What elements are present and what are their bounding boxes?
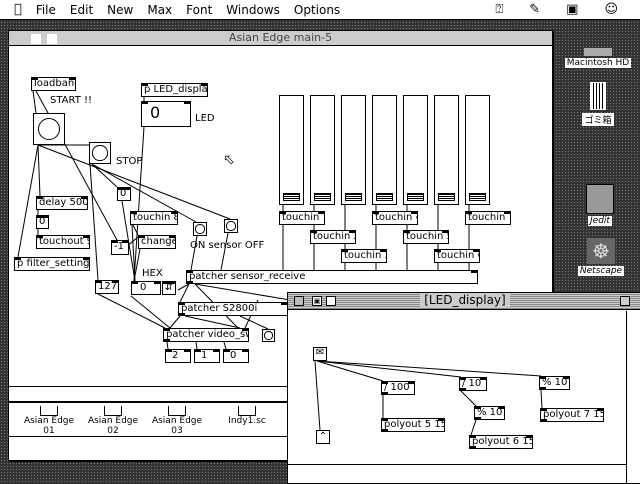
patch-cord [460,390,477,407]
modulo-10-object-b[interactable]: % 10 [539,376,570,390]
patch-cord [470,419,477,436]
polyout-7-15[interactable]: polyout 7 15 [540,408,604,422]
patch-cord [314,360,321,431]
modulo-10-object-a[interactable]: % 10 [474,406,505,420]
inlet-object[interactable]: ✉ [313,347,327,361]
divide-10-object[interactable]: / 10 [459,377,487,391]
divide-100-object[interactable]: / 100 [381,381,415,395]
polyout-5-15[interactable]: polyout 5 15 [381,418,445,432]
polyout-6-15[interactable]: polyout 6 15 [469,435,533,449]
patch-cord [316,360,384,382]
patch-cord [540,389,543,409]
outlet-object[interactable]: ⌃ [316,430,330,444]
